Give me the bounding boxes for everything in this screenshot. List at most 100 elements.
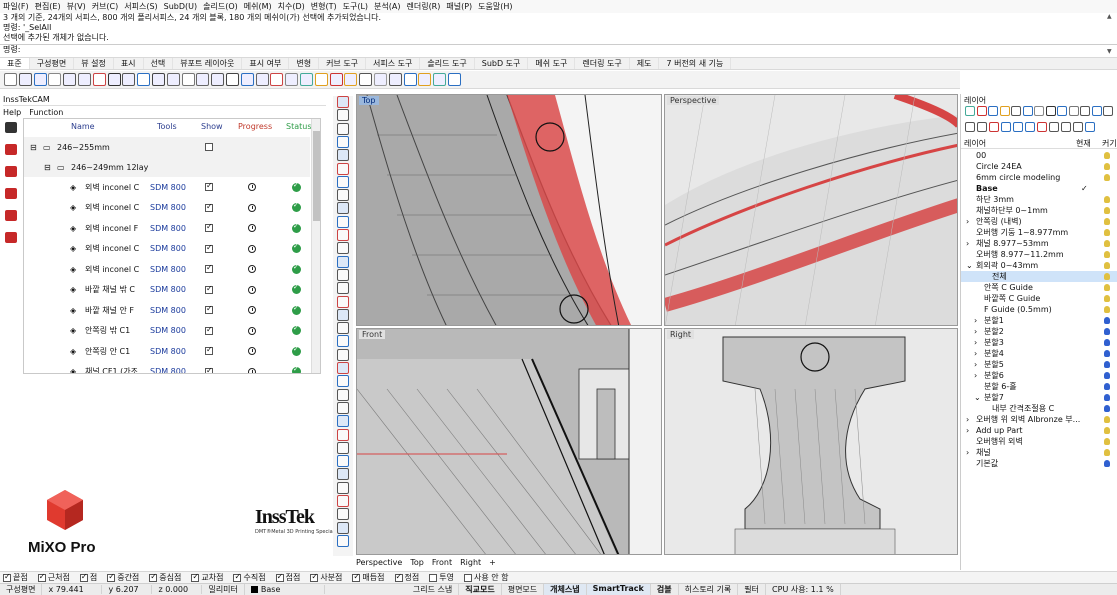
layer-visible-bulb-icon[interactable] <box>1104 196 1110 203</box>
tree-row[interactable]: ◈ 외벽 inconel C SDM 800 <box>24 239 310 259</box>
osnap-6[interactable]: 수직점 <box>233 572 270 583</box>
layer-row[interactable]: › 분할6 <box>961 370 1117 381</box>
expand-icon[interactable]: ⊟ <box>44 163 51 172</box>
tree-group[interactable]: ⊟ ▭ 246~249mm 12lay <box>24 157 310 177</box>
snap-icon[interactable] <box>300 73 313 86</box>
show-checkbox[interactable] <box>205 202 213 212</box>
menu-item[interactable]: 메쉬(M) <box>244 1 272 12</box>
tree-row[interactable]: ◈ 바깥 채널 안 F SDM 800 <box>24 300 310 320</box>
layer-visible-bulb-icon[interactable] <box>1104 174 1110 181</box>
menu-item[interactable]: 도움말(H) <box>478 1 512 12</box>
tab-15[interactable]: 7 버전의 새 기능 <box>659 58 732 69</box>
light-icon[interactable] <box>314 73 328 86</box>
layer-row[interactable]: 오버행 기둥 1~8.977mm <box>961 227 1117 238</box>
show-checkbox[interactable] <box>205 143 213 151</box>
tab-5[interactable]: 뷰포트 레이아웃 <box>173 58 243 69</box>
row-tool[interactable]: SDM 800 <box>150 347 186 356</box>
open-icon[interactable] <box>18 73 32 86</box>
tab-11[interactable]: SubD 도구 <box>475 58 529 69</box>
lock-icon[interactable] <box>329 73 343 86</box>
layer-visible-bulb-icon[interactable] <box>1104 427 1110 434</box>
menu-item[interactable]: 서피스(S) <box>124 1 157 12</box>
layer-visible-bulb-icon[interactable] <box>1104 207 1110 214</box>
menu-item[interactable]: 분석(A) <box>374 1 400 12</box>
layer-visible-bulb-icon[interactable] <box>1104 317 1110 324</box>
menu-item[interactable]: SubD(U) <box>164 2 197 11</box>
tab-8[interactable]: 커브 도구 <box>319 58 367 69</box>
status-toggle[interactable]: 그리드 스냅 <box>407 584 460 595</box>
row-tool[interactable]: SDM 800 <box>150 244 186 253</box>
osnap-7[interactable]: 접점 <box>275 572 306 583</box>
layer-row[interactable]: › 채널 8.977~53mm <box>961 238 1117 249</box>
zoom-extents-icon[interactable] <box>226 73 239 86</box>
row-tool[interactable]: SDM 800 <box>150 306 186 315</box>
row-tool[interactable]: SDM 800 <box>150 203 186 212</box>
layer-visible-bulb-icon[interactable] <box>1104 251 1110 258</box>
show-checkbox[interactable] <box>205 345 213 355</box>
command-tool-icon[interactable] <box>337 521 349 534</box>
render-icon[interactable] <box>359 73 373 86</box>
panel-tab-icon[interactable] <box>1080 106 1090 116</box>
menu-item[interactable]: 도구(L) <box>343 1 368 12</box>
layer-tool-icon[interactable] <box>965 122 975 132</box>
osnap-11[interactable]: 투영 <box>429 572 459 583</box>
layer-visible-bulb-icon[interactable] <box>1104 218 1110 225</box>
tab-12[interactable]: 메쉬 도구 <box>528 58 576 69</box>
panel-tab-icon[interactable] <box>988 106 998 116</box>
layer-row[interactable]: › 오버행 위 외벽 Albronze 부... <box>961 414 1117 425</box>
layer-row[interactable]: 하단 3mm <box>961 194 1117 205</box>
layer-visible-bulb-icon[interactable] <box>1104 229 1110 236</box>
layer-row[interactable]: 기본값 <box>961 458 1117 469</box>
viewport-tab[interactable]: Perspective <box>356 558 402 567</box>
zoom-selected-icon[interactable] <box>240 73 254 86</box>
layer-visible-bulb-icon[interactable] <box>1104 449 1110 456</box>
tab-2[interactable]: 뷰 설정 <box>74 58 114 69</box>
command-tool-icon[interactable] <box>337 175 349 188</box>
layer-visible-bulb-icon[interactable] <box>1104 262 1110 269</box>
layer-tool-icon[interactable] <box>1073 122 1083 132</box>
osnap-checkbox[interactable] <box>79 572 88 582</box>
command-tool-icon[interactable] <box>337 255 349 268</box>
status-toggle[interactable]: 검볼 <box>651 584 679 595</box>
export-icon[interactable] <box>5 210 17 221</box>
status-toggle[interactable]: SmartTrack <box>586 584 651 595</box>
layer-row[interactable]: › 분할5 <box>961 359 1117 370</box>
show-checkbox[interactable] <box>205 366 213 373</box>
menu-item[interactable]: 편집(E) <box>35 1 61 12</box>
cut-icon[interactable] <box>78 73 91 86</box>
tab-0[interactable]: 표준 <box>0 58 30 69</box>
viewport-top-label[interactable]: Top <box>359 96 379 105</box>
panel-tab-icon[interactable] <box>976 106 987 116</box>
layer-row[interactable]: › 안쪽링 (내벽) <box>961 216 1117 227</box>
osnap-checkbox[interactable] <box>3 572 11 582</box>
expand-arrow-icon[interactable]: › <box>966 238 969 249</box>
osnap-checkbox[interactable] <box>310 572 319 582</box>
status-toggle[interactable]: 필터 <box>738 584 767 595</box>
layer-visible-bulb-icon[interactable] <box>1104 295 1110 302</box>
layer-row[interactable]: 오버행위 외벽 <box>961 436 1117 447</box>
menu-item[interactable]: 솔리드(O) <box>203 1 238 12</box>
osnap-5[interactable]: 교차점 <box>191 572 228 583</box>
osnap-checkbox[interactable] <box>233 572 242 582</box>
expand-arrow-icon[interactable]: › <box>974 359 977 370</box>
layer-row[interactable]: 분할 6-홀 <box>961 381 1117 392</box>
osnap-0[interactable]: 끝점 <box>3 572 33 583</box>
save-icon[interactable] <box>33 73 47 86</box>
command-tool-icon[interactable] <box>337 468 349 481</box>
layer-row[interactable]: 전체 <box>961 271 1117 282</box>
expand-arrow-icon[interactable]: › <box>974 348 977 359</box>
expand-arrow-icon[interactable]: › <box>966 216 969 227</box>
command-tool-icon[interactable] <box>337 375 349 388</box>
viewport-tab[interactable]: Front <box>432 558 452 567</box>
menu-item[interactable]: 치수(D) <box>278 1 305 12</box>
layer-visible-bulb-icon[interactable] <box>1104 394 1110 401</box>
status-layer[interactable]: Base <box>245 585 325 594</box>
osnap-10[interactable]: 정점 <box>394 572 425 583</box>
layer-row[interactable]: ⌄ 회외곽 0~43mm <box>961 260 1117 271</box>
osnap-8[interactable]: 사분점 <box>310 572 347 583</box>
layer-visible-bulb-icon[interactable] <box>1104 383 1110 390</box>
display-icon[interactable] <box>344 73 358 86</box>
layer-visible-bulb-icon[interactable] <box>1104 163 1110 170</box>
panel-tab-icon[interactable] <box>1103 106 1113 116</box>
redo-icon[interactable] <box>137 73 151 86</box>
